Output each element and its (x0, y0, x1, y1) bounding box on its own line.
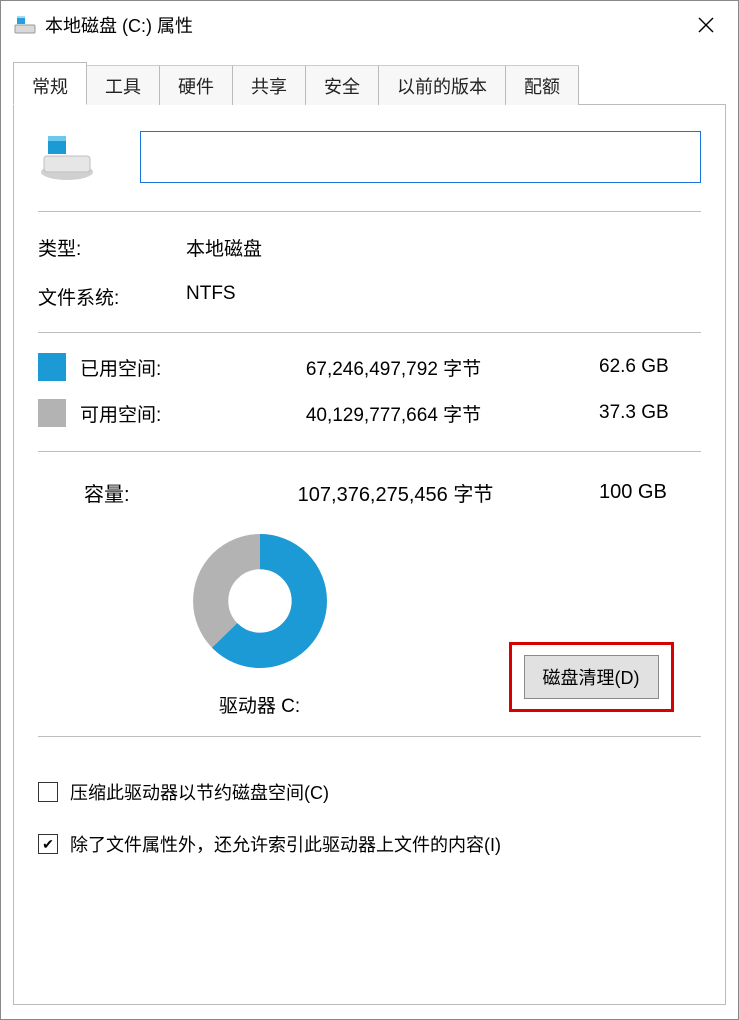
filesystem-label: 文件系统: (38, 283, 186, 310)
divider (38, 451, 701, 452)
window-title: 本地磁盘 (C:) 属性 (45, 12, 193, 38)
tabstrip: 常规 工具 硬件 共享 安全 以前的版本 配额 (13, 61, 726, 105)
used-swatch-icon (38, 353, 66, 381)
close-button[interactable] (686, 5, 726, 45)
index-label: 除了文件属性外，还允许索引此驱动器上文件的内容(I) (70, 831, 501, 857)
free-swatch-icon (38, 399, 66, 427)
tab-previous-versions[interactable]: 以前的版本 (378, 65, 506, 105)
type-value: 本地磁盘 (186, 234, 262, 261)
used-space-gb: 62.6 GB (591, 356, 701, 378)
used-space-bytes: 67,246,497,792 字节 (196, 354, 591, 381)
compress-checkbox[interactable] (38, 782, 58, 802)
divider (38, 736, 701, 737)
index-checkbox[interactable] (38, 834, 58, 854)
disk-cleanup-button[interactable]: 磁盘清理(D) (524, 655, 659, 699)
tab-sharing[interactable]: 共享 (232, 65, 306, 105)
drive-icon (13, 13, 37, 37)
tab-tools[interactable]: 工具 (86, 65, 160, 105)
used-space-label: 已用空间: (80, 354, 196, 381)
highlight-annotation: 磁盘清理(D) (509, 642, 674, 712)
capacity-bytes: 107,376,275,456 字节 (200, 478, 591, 507)
tab-general[interactable]: 常规 (13, 62, 87, 105)
drive-label: 驱动器 C: (219, 691, 300, 718)
free-space-bytes: 40,129,777,664 字节 (196, 400, 591, 427)
close-icon (698, 17, 714, 33)
free-space-gb: 37.3 GB (591, 402, 701, 424)
tab-security[interactable]: 安全 (305, 65, 379, 105)
free-space-label: 可用空间: (80, 400, 196, 427)
properties-dialog: 本地磁盘 (C:) 属性 常规 工具 硬件 共享 安全 以前的版本 配额 (0, 0, 739, 1020)
tab-panel-general: 类型: 本地磁盘 文件系统: NTFS 已用空间: 67,246,497,792… (13, 105, 726, 1005)
content: 常规 工具 硬件 共享 安全 以前的版本 配额 (1, 49, 738, 1019)
divider (38, 332, 701, 333)
filesystem-value: NTFS (186, 283, 236, 310)
titlebar: 本地磁盘 (C:) 属性 (1, 1, 738, 49)
tab-quota[interactable]: 配额 (505, 65, 579, 105)
divider (38, 211, 701, 212)
tab-hardware[interactable]: 硬件 (159, 65, 233, 105)
volume-name-input[interactable] (140, 131, 701, 183)
type-label: 类型: (38, 234, 186, 261)
capacity-gb: 100 GB (591, 481, 701, 504)
drive-large-icon (38, 132, 96, 182)
usage-donut-chart (186, 527, 334, 675)
compress-label: 压缩此驱动器以节约磁盘空间(C) (70, 779, 329, 805)
capacity-label: 容量: (84, 478, 200, 507)
